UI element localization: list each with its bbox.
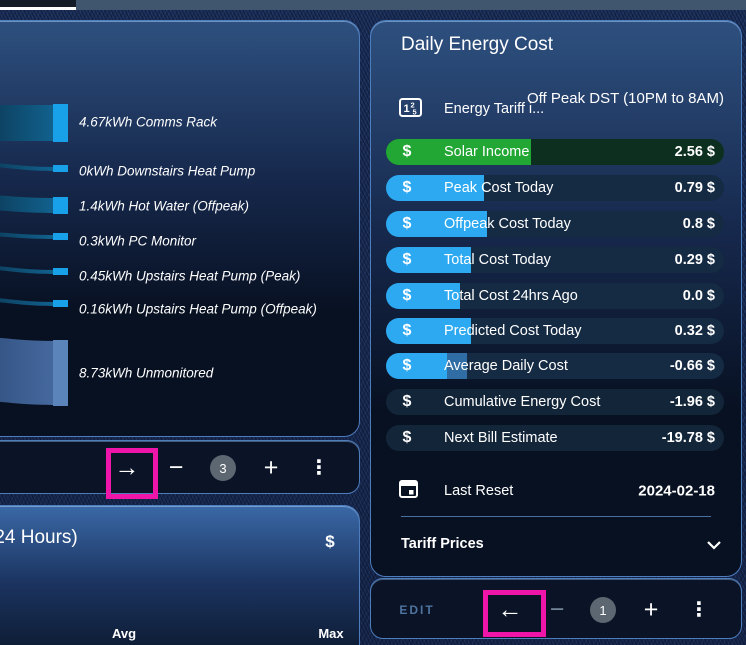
flow-label-upstairs-peak: 0.45kWh Upstairs Heat Pump (Peak) <box>79 268 301 284</box>
flow-label-downstairs-heat-pump: 0kWh Downstairs Heat Pump <box>79 163 256 179</box>
svg-text:5: 5 <box>413 108 417 117</box>
flow-downstairs-heat-pump[interactable] <box>0 161 53 171</box>
row-total-cost-today[interactable]: $ Total Cost Today 0.29 $ <box>386 247 724 273</box>
tariff-row-value: Off Peak DST (10PM to 8AM) <box>526 90 724 107</box>
flow-label-comms-rack: 4.67kWh Comms Rack <box>79 114 218 130</box>
currency-usd-icon: $ <box>402 287 412 304</box>
flow-label-unmonitored: 8.73kWh Unmonitored <box>79 365 214 381</box>
zoom-out-minus-icon[interactable]: − <box>550 597 565 623</box>
currency-usd-icon: $ <box>325 532 335 551</box>
right-pagination-bar: EDIT ← − 1 + ⋮ <box>370 578 742 639</box>
flow-pc-monitor[interactable] <box>0 231 53 239</box>
node-downstairs-heat-pump[interactable] <box>53 165 68 172</box>
left-pagination-bar: → − 3 + ⋮ <box>0 440 360 494</box>
card-title: Daily Energy Cost <box>401 34 554 55</box>
active-tab[interactable] <box>0 0 76 10</box>
highlight-box-prev-arrow <box>483 590 546 637</box>
currency-usd-icon: $ <box>402 357 412 374</box>
daily-energy-cost-card: Daily Energy Cost 1 2 5 Energy Tariff i.… <box>370 20 742 577</box>
currency-usd-icon: $ <box>402 179 412 196</box>
energy-flow-card: 4.67kWh Comms Rack 0kWh Downstairs Heat … <box>0 20 360 437</box>
node-unmonitored[interactable] <box>53 340 68 406</box>
row-predicted-cost-today[interactable]: $ Predicted Cost Today 0.32 $ <box>386 318 724 344</box>
currency-usd-icon: $ <box>402 429 412 446</box>
highlight-box-next-arrow <box>106 448 158 499</box>
node-comms-rack[interactable] <box>53 104 68 142</box>
currency-usd-icon: $ <box>402 251 412 268</box>
flow-unmonitored[interactable] <box>0 336 53 405</box>
cost-24h-card-title: (24 Hours) <box>0 527 78 548</box>
svg-text:1: 1 <box>404 103 410 115</box>
dashboard-screen: 4.67kWh Comms Rack 0kWh Downstairs Heat … <box>0 0 746 645</box>
active-tab-indicator <box>0 7 76 10</box>
chevron-down-icon[interactable] <box>706 537 722 555</box>
row-next-bill-estimate[interactable]: $ Next Bill Estimate -19.78 $ <box>386 425 724 451</box>
column-header-max: Max <box>318 626 344 641</box>
node-upstairs-peak[interactable] <box>53 268 68 275</box>
zoom-in-plus-icon[interactable]: + <box>644 597 659 623</box>
page-number-badge: 1 <box>590 597 616 623</box>
cost-24h-card: (24 Hours) $ Avg Max <box>0 505 360 645</box>
zoom-out-minus-icon[interactable]: − <box>169 455 184 481</box>
row-last-reset[interactable]: Last Reset 2024-02-18 <box>386 471 724 511</box>
overflow-menu-icon[interactable]: ⋮ <box>309 458 329 478</box>
overflow-menu-icon[interactable]: ⋮ <box>689 600 709 620</box>
row-peak-cost-today[interactable]: $ Peak Cost Today 0.79 $ <box>386 175 724 201</box>
row-cumulative-energy-cost[interactable]: $ Cumulative Energy Cost -1.96 $ <box>386 389 724 415</box>
flow-label-hot-water: 1.4kWh Hot Water (Offpeak) <box>79 198 250 214</box>
currency-usd-icon: $ <box>402 215 412 232</box>
flow-upstairs-peak[interactable] <box>0 264 53 274</box>
counter-icon: 1 2 5 <box>399 98 422 122</box>
calendar-icon <box>398 478 419 504</box>
browser-tab-strip <box>0 0 746 10</box>
tariff-prices-toggle-label[interactable]: Tariff Prices <box>401 536 484 552</box>
page-number-badge: 3 <box>210 455 236 481</box>
flow-label-upstairs-offpeak: 0.16kWh Upstairs Heat Pump (Offpeak) <box>79 301 317 317</box>
row-total-cost-24hrs-ago[interactable]: $ Total Cost 24hrs Ago 0.0 $ <box>386 283 724 309</box>
last-reset-value: 2024-02-18 <box>638 482 715 500</box>
currency-usd-icon: $ <box>402 322 412 339</box>
node-pc-monitor[interactable] <box>53 233 68 240</box>
node-hot-water[interactable] <box>53 197 68 214</box>
flow-upstairs-offpeak[interactable] <box>0 296 53 306</box>
last-reset-label: Last Reset <box>444 483 514 499</box>
column-header-avg: Avg <box>111 626 137 641</box>
currency-usd-icon: $ <box>402 393 412 410</box>
flow-hot-water[interactable] <box>0 194 53 213</box>
row-average-daily-cost[interactable]: $ Average Daily Cost -0.66 $ <box>386 353 724 379</box>
node-upstairs-offpeak[interactable] <box>53 300 68 307</box>
row-offpeak-cost-today[interactable]: $ Offpeak Cost Today 0.8 $ <box>386 211 724 237</box>
flow-comms-rack[interactable] <box>0 105 53 141</box>
flow-label-pc-monitor: 0.3kWh PC Monitor <box>79 233 197 249</box>
row-solar-income[interactable]: $ Solar Income 2.56 $ <box>386 139 724 165</box>
zoom-in-plus-icon[interactable]: + <box>264 455 279 481</box>
currency-usd-icon: $ <box>402 143 412 160</box>
section-divider <box>401 516 711 517</box>
edit-button[interactable]: EDIT <box>399 603 434 617</box>
